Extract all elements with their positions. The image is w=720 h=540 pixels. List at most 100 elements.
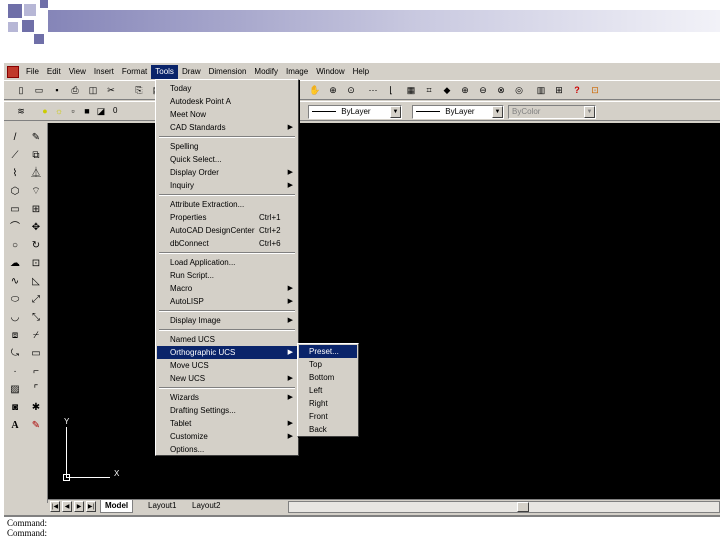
prev-tab-icon[interactable]: ◀: [62, 501, 72, 512]
erase-icon[interactable]: ✎: [28, 131, 44, 145]
app-icon[interactable]: [7, 66, 19, 78]
command-line-area[interactable]: Command: Command:: [4, 515, 720, 540]
chevron-down-icon[interactable]: ▼: [492, 106, 503, 118]
menu-item-options[interactable]: Options...: [157, 443, 297, 456]
chevron-down-icon[interactable]: ▼: [390, 106, 401, 118]
menu-item-display-image[interactable]: Display Image ▶: [157, 314, 297, 327]
arc-icon[interactable]: ⌒: [7, 221, 23, 235]
sun-icon[interactable]: ☼: [52, 105, 66, 118]
last-tab-icon[interactable]: ▶|: [86, 501, 96, 512]
make-block-icon[interactable]: ⤿: [7, 347, 23, 361]
menu-item-run-script[interactable]: Run Script...: [157, 269, 297, 282]
first-tab-icon[interactable]: |◀: [50, 501, 60, 512]
menu-item-autodesk-point-a[interactable]: Autodesk Point A: [157, 95, 297, 108]
menu-window[interactable]: Window: [312, 65, 348, 79]
point-icon[interactable]: ·: [7, 365, 23, 379]
properties-icon[interactable]: ▦: [404, 84, 418, 97]
match-icon[interactable]: ⌗: [422, 84, 436, 97]
menu-file[interactable]: File: [22, 65, 43, 79]
color-combo[interactable]: ByLayer ▼: [308, 105, 402, 119]
menu-item-customize[interactable]: Customize ▶: [157, 430, 297, 443]
menu-help[interactable]: Help: [349, 65, 373, 79]
polygon-icon[interactable]: ⬡: [7, 185, 23, 199]
menu-format[interactable]: Format: [118, 65, 151, 79]
make-current-icon[interactable]: ◪: [94, 105, 108, 118]
designcenter-icon[interactable]: ▥: [534, 84, 548, 97]
submenu-item-preset[interactable]: Preset...: [299, 345, 357, 358]
layer-combo[interactable]: 0: [110, 105, 152, 119]
horizontal-scrollbar[interactable]: [288, 501, 720, 513]
zoom-out-icon[interactable]: ⊖: [476, 84, 490, 97]
revcloud-icon[interactable]: ☁: [7, 257, 23, 271]
menu-item-properties[interactable]: Properties Ctrl+1: [157, 211, 297, 224]
menu-item-new-ucs[interactable]: New UCS ▶: [157, 372, 297, 385]
submenu-item-left[interactable]: Left: [299, 384, 357, 397]
menu-modify[interactable]: Modify: [250, 65, 282, 79]
text-icon[interactable]: A: [7, 419, 23, 433]
submenu-item-bottom[interactable]: Bottom: [299, 371, 357, 384]
chevron-down-icon[interactable]: ▼: [584, 106, 595, 118]
offset-icon[interactable]: ⌔: [28, 185, 44, 199]
copy-icon[interactable]: ⎘: [132, 84, 146, 97]
lightbulb-icon[interactable]: ●: [38, 105, 52, 118]
menu-item-today[interactable]: Today: [157, 82, 297, 95]
rectangle-icon[interactable]: ▭: [7, 203, 23, 217]
scale-icon[interactable]: ⊡: [28, 257, 44, 271]
zoom-previous-icon[interactable]: ⋯: [366, 84, 380, 97]
zoom-realtime-icon[interactable]: ⊕: [326, 84, 340, 97]
drawing-canvas[interactable]: Y X: [48, 123, 720, 499]
ellipse-arc-icon[interactable]: ◡: [7, 311, 23, 325]
fillet-icon[interactable]: ⌜: [28, 383, 44, 397]
polyline-icon[interactable]: ⌇: [7, 167, 23, 181]
menu-item-macro[interactable]: Macro ▶: [157, 282, 297, 295]
pan-icon[interactable]: ✋: [308, 84, 322, 97]
submenu-item-front[interactable]: Front: [299, 410, 357, 423]
menu-item-tablet[interactable]: Tablet ▶: [157, 417, 297, 430]
scrollbar-thumb[interactable]: [517, 502, 529, 512]
submenu-item-right[interactable]: Right: [299, 397, 357, 410]
mirror-icon[interactable]: ⏅: [28, 167, 44, 181]
trim-icon[interactable]: ⤢: [28, 293, 44, 307]
lock-icon[interactable]: ▫: [66, 105, 80, 118]
menu-edit[interactable]: Edit: [43, 65, 65, 79]
tab-layout2[interactable]: Layout2: [188, 500, 224, 513]
menu-item-display-order[interactable]: Display Order ▶: [157, 166, 297, 179]
chamfer-icon[interactable]: ⌐: [28, 365, 44, 379]
zoom-window-icon[interactable]: ⊙: [344, 84, 358, 97]
line-icon[interactable]: /: [7, 131, 23, 145]
hatch-icon[interactable]: ▨: [7, 383, 23, 397]
menu-item-move-ucs[interactable]: Move UCS: [157, 359, 297, 372]
rotate-icon[interactable]: ↻: [28, 239, 44, 253]
break-icon[interactable]: ⌿: [28, 329, 44, 343]
menu-item-dbconnect[interactable]: dbConnect Ctrl+6: [157, 237, 297, 250]
menu-item-orthographic-ucs[interactable]: Orthographic UCS ▶: [157, 346, 297, 359]
menu-image[interactable]: Image: [282, 65, 312, 79]
link-icon[interactable]: ⊡: [588, 84, 602, 97]
menu-insert[interactable]: Insert: [90, 65, 118, 79]
menu-item-named-ucs[interactable]: Named UCS: [157, 333, 297, 346]
toolpalette-icon[interactable]: ⊞: [552, 84, 566, 97]
save-icon[interactable]: ▪: [50, 84, 64, 97]
menu-draw[interactable]: Draw: [178, 65, 205, 79]
new-icon[interactable]: ▯: [14, 84, 28, 97]
menu-view[interactable]: View: [65, 65, 90, 79]
menu-item-attribute-extraction[interactable]: Attribute Extraction...: [157, 198, 297, 211]
join-icon[interactable]: ▭: [28, 347, 44, 361]
zoom-extents-icon[interactable]: ◎: [512, 84, 526, 97]
cut-icon[interactable]: ✂: [104, 84, 118, 97]
menu-tools[interactable]: Tools: [151, 65, 178, 79]
menu-item-autolisp[interactable]: AutoLISP ▶: [157, 295, 297, 308]
copy-object-icon[interactable]: ⧉: [28, 149, 44, 163]
tab-model[interactable]: Model: [100, 500, 134, 513]
linetype-combo[interactable]: ByLayer ▼: [412, 105, 504, 119]
submenu-item-top[interactable]: Top: [299, 358, 357, 371]
menu-item-wizards[interactable]: Wizards ▶: [157, 391, 297, 404]
menu-item-inquiry[interactable]: Inquiry ▶: [157, 179, 297, 192]
stretch-icon[interactable]: ◺: [28, 275, 44, 289]
layer-manager-icon[interactable]: ≋: [14, 105, 28, 118]
pan-realtime-icon[interactable]: ◆: [440, 84, 454, 97]
menu-item-spelling[interactable]: Spelling: [157, 140, 297, 153]
menu-item-cad-standards[interactable]: CAD Standards ▶: [157, 121, 297, 134]
insert-block-icon[interactable]: ⧈: [7, 329, 23, 343]
help-icon[interactable]: ?: [570, 84, 584, 97]
